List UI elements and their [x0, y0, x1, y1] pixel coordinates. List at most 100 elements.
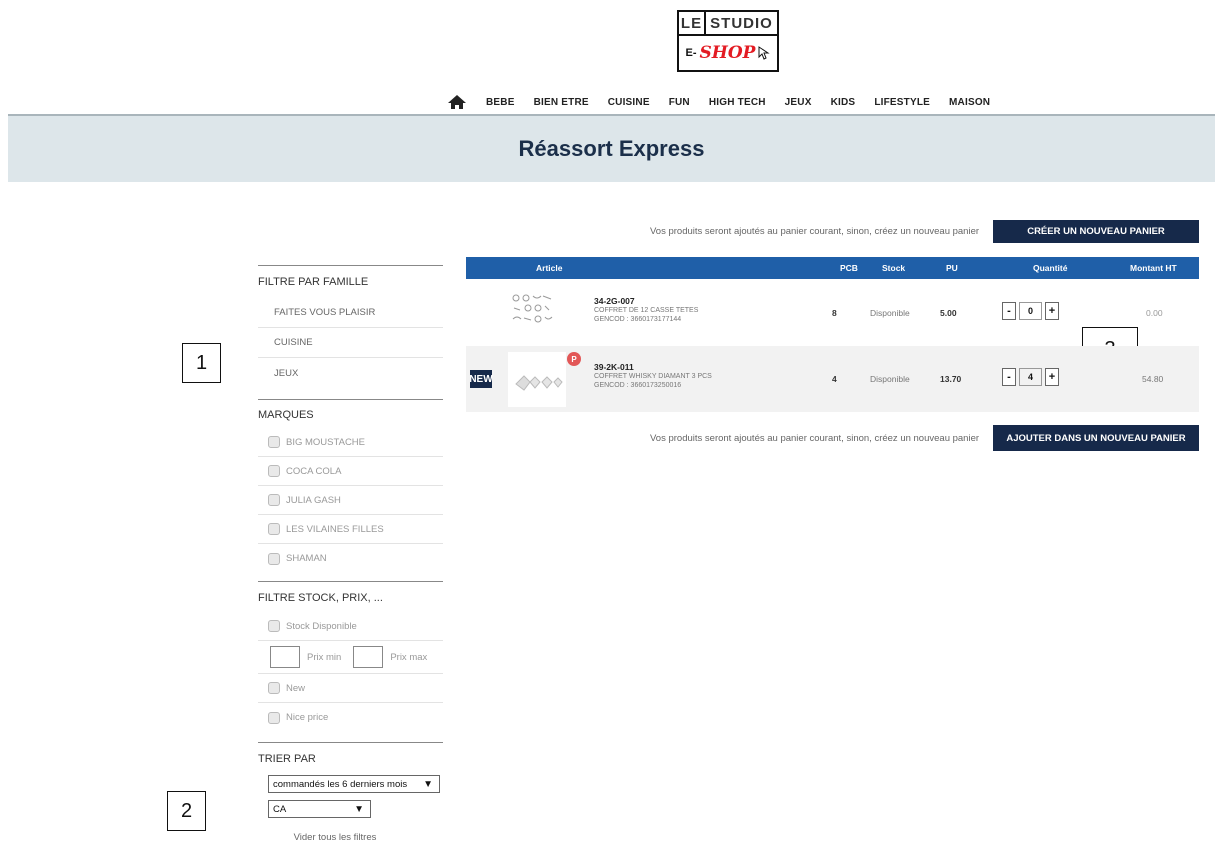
- product-gencod: GENCOD : 3660173177144: [594, 316, 682, 323]
- prix-min-input[interactable]: [270, 646, 300, 668]
- qty-minus-button[interactable]: -: [1002, 302, 1016, 320]
- product-code: 39-2K-011: [594, 362, 634, 372]
- logo-shop: SHOP: [699, 43, 756, 63]
- qty-input[interactable]: 4: [1019, 368, 1042, 386]
- checkbox[interactable]: [268, 711, 280, 724]
- sort-select-primary[interactable]: commandés les 6 derniers mois ▼: [268, 775, 440, 793]
- logo-e: E-: [685, 47, 697, 59]
- table-row: 34-2G-007 COFFRET DE 12 CASSE TETES GENC…: [466, 280, 1199, 346]
- price-badge: P: [567, 352, 581, 366]
- col-article: Article: [536, 263, 563, 273]
- nav-item-cuisine[interactable]: CUISINE: [608, 97, 650, 108]
- new-filter[interactable]: New: [258, 674, 443, 703]
- whisky-diamond-image: [515, 375, 563, 391]
- divider: [258, 265, 443, 266]
- product-image[interactable]: [510, 292, 570, 336]
- home-icon[interactable]: [446, 93, 468, 111]
- nav-item-lifestyle[interactable]: LIFESTYLE: [874, 97, 930, 108]
- col-montant: Montant HT: [1130, 263, 1177, 273]
- qty-minus-button[interactable]: -: [1002, 368, 1016, 386]
- table-header: Article PCB Stock PU Quantité Montant HT: [466, 257, 1199, 279]
- cart-note-bottom: Vos produits seront ajoutés au panier co…: [650, 433, 980, 444]
- create-cart-button[interactable]: CRÉER UN NOUVEAU PANIER: [993, 220, 1199, 243]
- nice-price-label: Nice price: [286, 712, 329, 723]
- famille-item[interactable]: CUISINE: [258, 328, 443, 358]
- nav-item-bebe[interactable]: BEBE: [486, 97, 515, 108]
- sidebar: FILTRE PAR FAMILLE FAITES VOUS PLAISIR C…: [258, 265, 443, 843]
- famille-item[interactable]: JEUX: [258, 358, 443, 388]
- nav-item-maison[interactable]: MAISON: [949, 97, 990, 108]
- brand-label: LES VILAINES FILLES: [286, 523, 384, 535]
- stock-label: Stock Disponible: [286, 620, 357, 632]
- checkbox[interactable]: [268, 552, 280, 565]
- qty-plus-button[interactable]: +: [1045, 302, 1059, 320]
- page-banner: Réassort Express: [8, 114, 1215, 182]
- brand-item[interactable]: COCA COLA: [258, 457, 443, 486]
- annotation-box-1: 1: [182, 343, 221, 383]
- annotation-box-2: 2: [167, 791, 206, 831]
- product-name: COFFRET DE 12 CASSE TETES: [594, 307, 699, 314]
- product-montant: 54.80: [1142, 374, 1164, 384]
- product-stock: Disponible: [870, 374, 910, 384]
- new-badge: NEW: [469, 370, 493, 388]
- product-pcb: 4: [832, 374, 837, 384]
- brand-item[interactable]: BIG MOUSTACHE: [258, 428, 443, 457]
- trier-title: TRIER PAR: [258, 753, 316, 765]
- nav-item-fun[interactable]: FUN: [669, 97, 690, 108]
- nice-price-filter[interactable]: Nice price: [258, 703, 443, 732]
- price-filter: Prix min Prix max: [258, 641, 443, 674]
- famille-title: FILTRE PAR FAMILLE: [258, 276, 369, 288]
- sort-select-value: commandés les 6 derniers mois: [273, 778, 408, 790]
- nav-item-bien-etre[interactable]: BIEN ETRE: [534, 97, 589, 108]
- product-name: COFFRET WHISKY DIAMANT 3 PCS: [594, 373, 712, 380]
- dropdown-arrow-icon: ▼: [423, 778, 433, 790]
- logo-studio: STUDIO: [706, 10, 779, 36]
- logo[interactable]: LE STUDIO E- SHOP: [677, 10, 779, 72]
- quantity-stepper: - 0 +: [1002, 302, 1059, 320]
- puzzles-image: [512, 294, 553, 323]
- brand-label: JULIA GASH: [286, 494, 341, 506]
- checkbox[interactable]: [268, 620, 280, 632]
- main-nav: BEBE BIEN ETRE CUISINE FUN HIGH TECH JEU…: [446, 92, 1009, 112]
- brand-item[interactable]: JULIA GASH: [258, 486, 443, 515]
- product-code: 34-2G-007: [594, 296, 635, 306]
- sort-select-secondary[interactable]: CA ▼: [268, 800, 371, 818]
- checkbox[interactable]: [268, 494, 280, 506]
- brand-label: SHAMAN: [286, 553, 327, 564]
- brand-label: COCA COLA: [286, 465, 342, 477]
- divider: [258, 742, 443, 743]
- stock-filter[interactable]: Stock Disponible: [258, 612, 443, 641]
- qty-plus-button[interactable]: +: [1045, 368, 1059, 386]
- brand-item[interactable]: LES VILAINES FILLES: [258, 515, 443, 544]
- checkbox[interactable]: [268, 465, 280, 477]
- famille-item[interactable]: FAITES VOUS PLAISIR: [258, 298, 443, 328]
- clear-filters-link[interactable]: Vider tous les filtres: [260, 832, 410, 843]
- product-montant: 0.00: [1146, 308, 1163, 318]
- divider: [258, 581, 443, 582]
- nav-item-high-tech[interactable]: HIGH TECH: [709, 97, 766, 108]
- checkbox[interactable]: [268, 436, 280, 448]
- col-pu: PU: [946, 263, 958, 273]
- prix-max-input[interactable]: [353, 646, 384, 668]
- product-pu: 13.70: [940, 374, 962, 384]
- add-to-new-cart-button[interactable]: AJOUTER DANS UN NOUVEAU PANIER: [993, 425, 1199, 451]
- checkbox[interactable]: [268, 523, 280, 535]
- brand-label: BIG MOUSTACHE: [286, 436, 365, 448]
- product-image[interactable]: [508, 352, 566, 407]
- checkbox[interactable]: [268, 682, 280, 694]
- product-stock: Disponible: [870, 308, 910, 318]
- brand-item[interactable]: SHAMAN: [258, 544, 443, 573]
- marques-title: MARQUES: [258, 409, 314, 421]
- stock-title: FILTRE STOCK, PRIX, ...: [258, 592, 383, 604]
- col-quantite: Quantité: [1033, 263, 1068, 273]
- product-pu: 5.00: [940, 308, 957, 318]
- page-title: Réassort Express: [518, 136, 705, 161]
- sort-select-value: CA: [273, 803, 287, 815]
- nav-item-kids[interactable]: KIDS: [831, 97, 856, 108]
- nav-item-jeux[interactable]: JEUX: [785, 97, 812, 108]
- quantity-stepper: - 4 +: [1002, 368, 1059, 386]
- product-gencod: GENCOD : 3660173250016: [594, 382, 682, 389]
- qty-input[interactable]: 0: [1019, 302, 1042, 320]
- dropdown-arrow-icon: ▼: [354, 803, 364, 815]
- product-info: 39-2K-011 COFFRET WHISKY DIAMANT 3 PCS G…: [594, 362, 712, 390]
